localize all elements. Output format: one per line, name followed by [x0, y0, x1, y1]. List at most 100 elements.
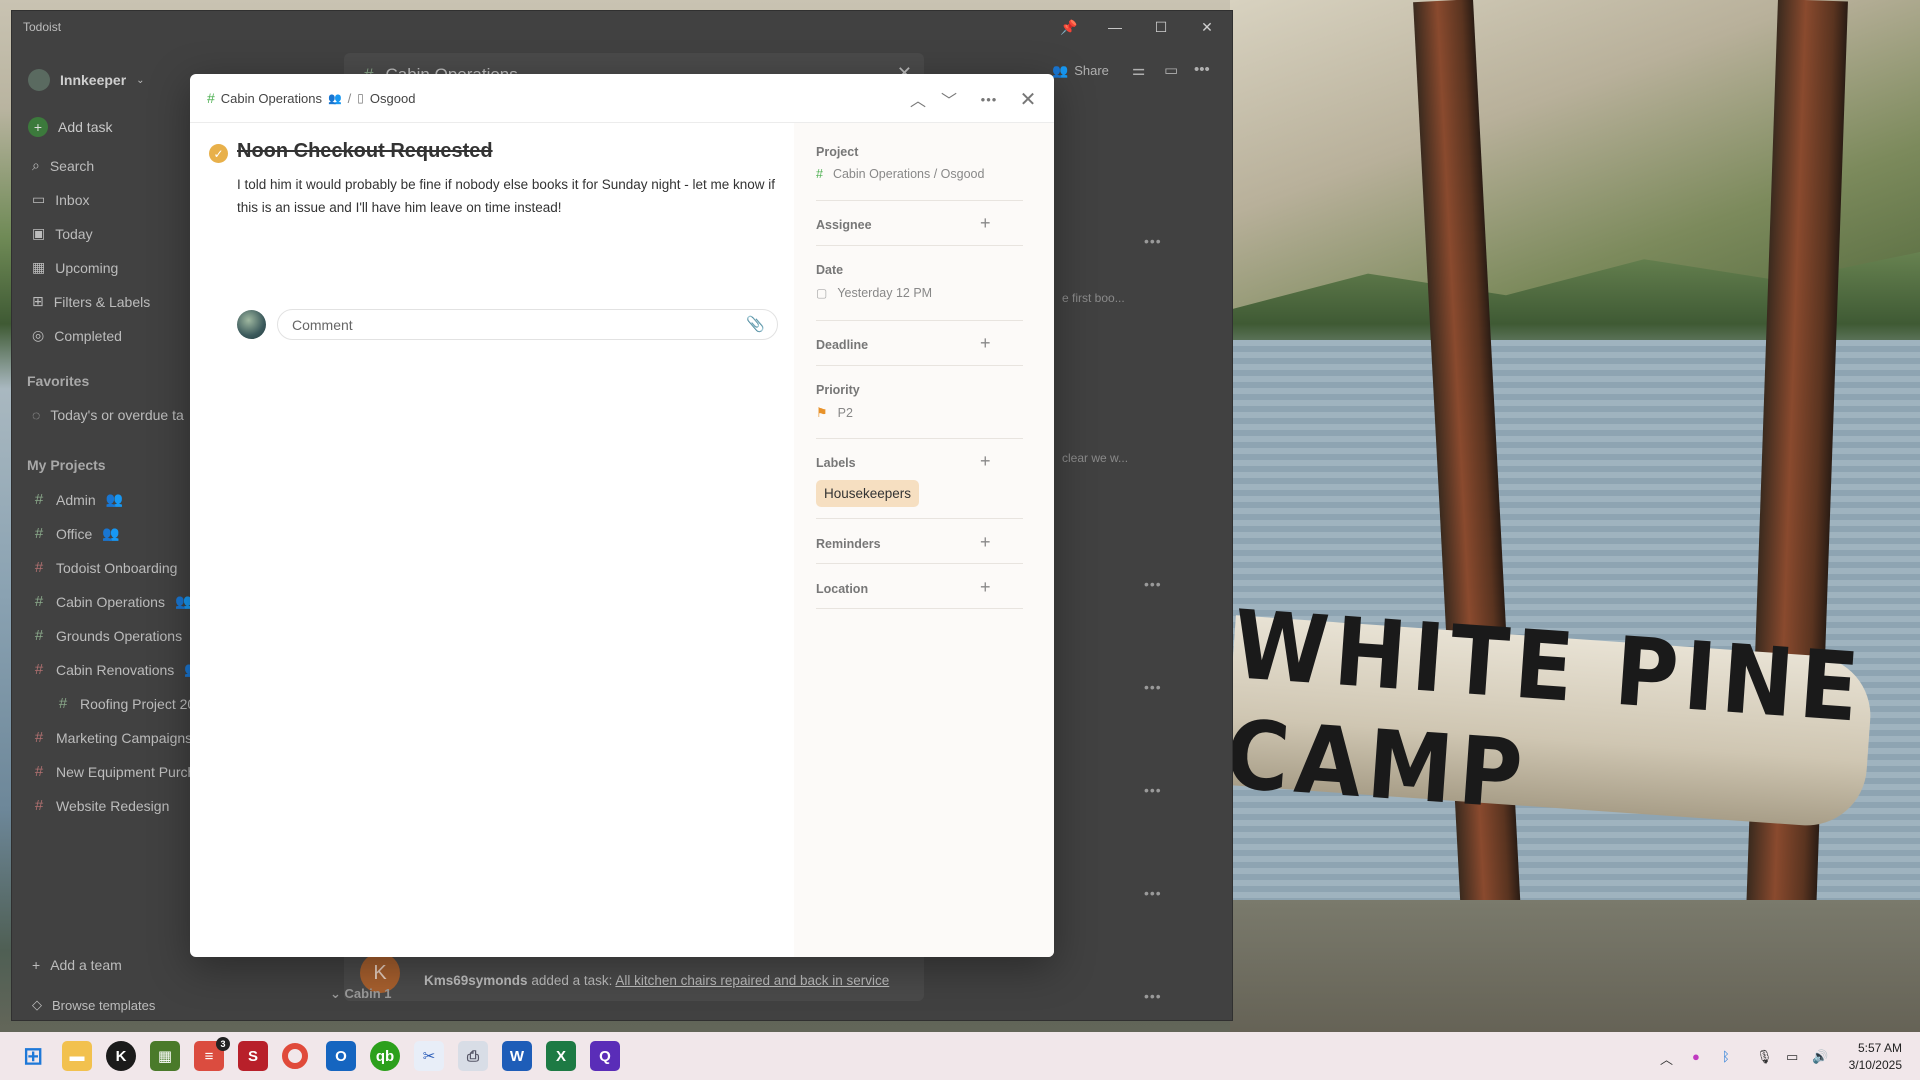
project-item-equipment[interactable]: # New Equipment Purch — [32, 763, 195, 780]
template-icon: ◇ — [32, 997, 42, 1012]
divider — [816, 365, 1023, 366]
more-options-icon[interactable]: ••• — [1144, 782, 1162, 798]
close-modal-button[interactable]: ✕ — [1015, 86, 1041, 112]
add-assignee-button[interactable]: + — [980, 213, 991, 234]
add-label-button[interactable]: + — [980, 451, 991, 472]
avatar — [28, 69, 50, 91]
project-item-marketing[interactable]: # Marketing Campaigns — [32, 729, 192, 746]
more-options-icon[interactable]: ••• — [1144, 576, 1162, 592]
excel-icon[interactable]: X — [546, 1041, 576, 1071]
sidebar-item-filters-labels[interactable]: ⊞ Filters & Labels — [32, 293, 150, 310]
add-reminder-button[interactable]: + — [980, 532, 991, 553]
task-description[interactable]: I told him it would probably be fine if … — [237, 173, 777, 219]
previous-task-button[interactable]: ︿ — [905, 86, 931, 112]
section-label: ⌄ Cabin 1 — [330, 986, 392, 1002]
project-item-grounds-operations[interactable]: # Grounds Operations — [32, 627, 182, 644]
chrome-icon[interactable] — [282, 1043, 308, 1069]
scanner-icon[interactable]: ⎙ — [458, 1041, 488, 1071]
more-options-icon[interactable]: ••• — [1144, 885, 1162, 901]
priority-label: Priority — [816, 383, 860, 397]
more-options-icon: ••• — [980, 91, 998, 107]
label-chip[interactable]: Housekeepers — [816, 480, 920, 507]
project-item-todoist-onboarding[interactable]: # Todoist Onboarding — [32, 559, 178, 576]
attachment-icon[interactable]: 📎 — [746, 315, 765, 333]
calendar-today-icon: ▣ — [32, 225, 46, 241]
next-task-button[interactable]: ﹀ — [936, 86, 962, 112]
app-q-icon[interactable]: Q — [590, 1041, 620, 1071]
sidebar-item-label: Completed — [54, 327, 122, 344]
more-actions-button[interactable]: ••• — [976, 86, 1002, 112]
share-button[interactable]: 👥 Share — [1052, 63, 1109, 79]
plus-circle-icon: + — [28, 117, 48, 137]
microphone-icon[interactable]: 🎙 — [1756, 1049, 1773, 1065]
app-grid-icon[interactable]: ▦ — [150, 1041, 180, 1071]
project-item-admin[interactable]: # Admin 👥 — [32, 491, 123, 508]
chevron-down-icon: ﹀ — [940, 93, 957, 110]
outlook-icon[interactable]: O — [326, 1041, 356, 1071]
sidebar-item-today[interactable]: ▣ Today — [32, 225, 93, 242]
shared-icon: 👥 — [105, 491, 124, 507]
sidebar-item-search[interactable]: ⌕ Search — [32, 157, 94, 174]
add-location-button[interactable]: + — [980, 577, 991, 598]
more-options-icon[interactable]: ••• — [1144, 233, 1162, 249]
comment-input[interactable]: Comment 📎 — [277, 309, 778, 340]
project-item-cabin-operations[interactable]: # Cabin Operations 👥 — [32, 593, 193, 610]
volume-icon[interactable]: 🔊 — [1812, 1049, 1828, 1065]
favorite-item[interactable]: ◌ Today's or overdue ta — [32, 407, 184, 423]
word-icon[interactable]: W — [502, 1041, 532, 1071]
app-s-icon[interactable]: S — [238, 1041, 268, 1071]
snipping-tool-icon[interactable]: ✂ — [414, 1041, 444, 1071]
right-toolbar: 👥 Share ⚌ ▭ ••• e first boo... clear we w… — [1042, 11, 1232, 1020]
view-options-icon[interactable]: ⚌ — [1132, 61, 1145, 79]
task-title[interactable]: Noon Checkout Requested — [237, 140, 493, 163]
system-clock[interactable]: 5:57 AM 3/10/2025 — [1849, 1040, 1902, 1074]
network-icon[interactable]: ▭ — [1786, 1049, 1798, 1065]
quickbooks-icon[interactable]: qb — [370, 1041, 400, 1071]
date-label: Date — [816, 263, 844, 277]
calendar-icon: ▢ — [816, 286, 828, 300]
date-value: Yesterday 12 PM — [837, 286, 933, 300]
comments-icon[interactable]: ▭ — [1164, 61, 1178, 79]
add-deadline-button[interactable]: + — [980, 333, 991, 354]
more-options-icon[interactable]: ••• — [1144, 988, 1162, 1004]
project-label: Admin — [56, 491, 96, 508]
more-options-icon[interactable]: ••• — [1144, 679, 1162, 695]
section-label-text: Cabin 1 — [344, 986, 392, 1001]
add-team-button[interactable]: + Add a team — [32, 957, 122, 973]
file-explorer-icon[interactable]: ▬ — [62, 1041, 92, 1071]
shared-icon: 👥 — [102, 525, 120, 541]
sidebar-item-inbox[interactable]: ▭ Inbox — [32, 191, 89, 208]
show-hidden-icons-icon[interactable]: ︿ — [1660, 1049, 1673, 1068]
workspace-switcher[interactable]: Innkeeper ⌄ — [28, 69, 145, 91]
my-projects-header: My Projects — [27, 457, 106, 473]
divider — [816, 320, 1023, 321]
todoist-icon[interactable]: ≡ 3 — [194, 1037, 230, 1071]
clock-date: 3/10/2025 — [1848, 1058, 1902, 1072]
project-selector[interactable]: # Cabin Operations / Osgood — [816, 167, 984, 181]
breadcrumb: # Cabin Operations 👥 / ▯ Osgood — [207, 90, 415, 106]
hash-icon: # — [34, 491, 44, 508]
sidebar-item-completed[interactable]: ◎ Completed — [32, 327, 122, 344]
priority-selector[interactable]: ⚑ P2 — [816, 405, 853, 421]
add-task-button[interactable]: + Add task — [28, 117, 112, 137]
sidebar-item-upcoming[interactable]: ▦ Upcoming — [32, 259, 118, 276]
taskbar: ⊞ ▬ K ▦ ≡ 3 S O qb ✂ ⎙ W X Q ︿ ● ᛒ 🎙 ▭ 🔊 … — [0, 1032, 1920, 1080]
tray-app-icon[interactable]: ● — [1692, 1049, 1700, 1064]
project-item-office[interactable]: # Office 👥 — [32, 525, 120, 542]
windows-start-icon[interactable]: ⊞ — [18, 1041, 48, 1071]
date-selector[interactable]: ▢ Yesterday 12 PM — [816, 286, 932, 300]
task-complete-checkbox[interactable]: ✓ — [209, 144, 228, 163]
shared-icon: 👥 — [327, 92, 342, 105]
workspace-name: Innkeeper — [60, 72, 127, 88]
app-k-icon[interactable]: K — [106, 1041, 136, 1071]
project-item-roofing[interactable]: # Roofing Project 20 — [56, 695, 195, 712]
browse-templates-button[interactable]: ◇ Browse templates — [32, 997, 155, 1013]
activity-task-link[interactable]: All kitchen chairs repaired and back in … — [615, 973, 889, 988]
flag-icon: ⚑ — [816, 405, 828, 420]
breadcrumb-project[interactable]: Cabin Operations — [221, 91, 322, 106]
more-options-icon[interactable]: ••• — [1194, 61, 1210, 78]
project-item-cabin-renovations[interactable]: #Cabin Renovations👥 — [32, 661, 202, 678]
bluetooth-icon[interactable]: ᛒ — [1722, 1049, 1730, 1064]
breadcrumb-section[interactable]: Osgood — [370, 91, 416, 106]
project-item-website[interactable]: # Website Redesign — [32, 797, 170, 814]
